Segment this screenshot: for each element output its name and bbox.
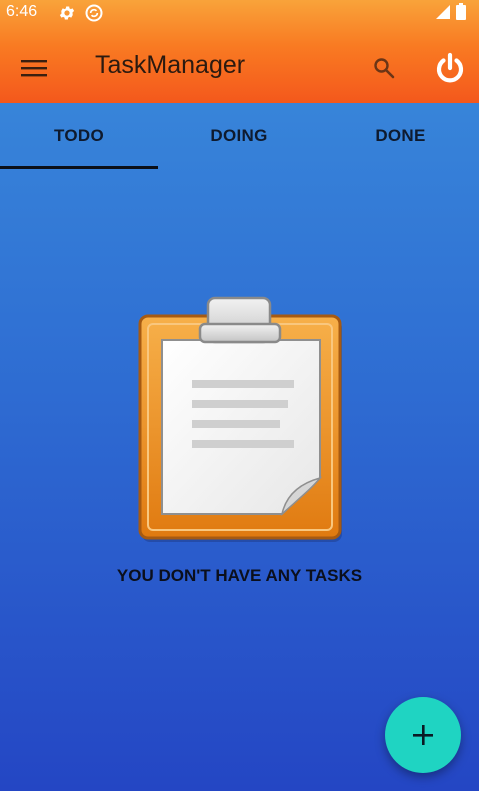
tab-bar: TODO DOING DONE [0,103,479,169]
battery-icon [456,3,466,20]
plus-icon [413,725,433,745]
signal-icon [436,5,450,19]
tab-indicator [0,166,158,169]
clipboard-icon [138,296,342,542]
menu-icon [21,60,47,77]
empty-state-message: YOU DON'T HAVE ANY TASKS [116,566,363,585]
power-button[interactable] [427,46,473,92]
power-icon [436,52,464,83]
menu-button[interactable] [14,48,54,88]
status-bar: 6:46 [0,0,479,24]
app-header: 6:46 TaskManager [0,0,479,103]
add-task-button[interactable] [385,697,461,773]
app-title: TaskManager [95,51,246,79]
sync-icon [85,4,103,22]
gear-icon [59,6,75,20]
search-icon [374,58,395,79]
tab-done[interactable]: DONE [322,103,479,169]
tab-doing[interactable]: DOING [160,103,318,169]
status-time: 6:46 [6,3,38,20]
search-button[interactable] [364,48,404,88]
tab-todo[interactable]: TODO [0,103,158,169]
app-bar: TaskManager [0,24,479,103]
